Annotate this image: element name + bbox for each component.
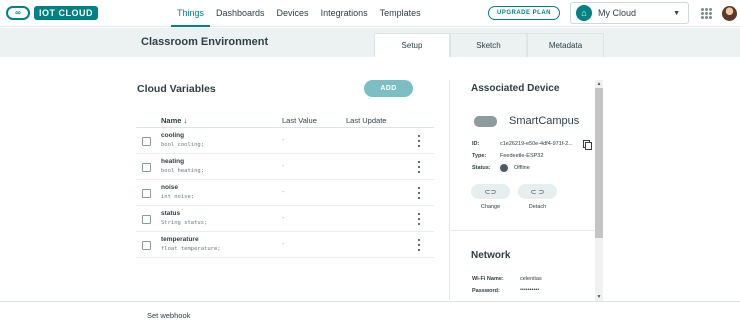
space-label: My Cloud	[598, 8, 637, 18]
panel-divider	[449, 80, 450, 300]
infinity-logo-icon: ∞	[6, 6, 30, 20]
device-board-icon	[474, 116, 497, 127]
more-options-icon[interactable]	[416, 213, 422, 225]
change-device-button[interactable]: ⊂⊃	[471, 184, 510, 199]
table-row[interactable]: heating bool heating; -	[136, 154, 434, 180]
wifi-name-value: celenitas	[520, 276, 542, 282]
variable-name: status	[161, 210, 181, 217]
section-divider	[450, 230, 594, 231]
table-row[interactable]: status String status; -	[136, 206, 434, 232]
more-options-icon[interactable]	[416, 135, 422, 147]
variable-name: temperature	[161, 236, 199, 243]
add-variable-button[interactable]: ADD	[364, 80, 413, 97]
variable-name: cooling	[161, 132, 185, 139]
variable-last-value: -	[282, 137, 285, 144]
column-header-last-update: Last Update	[346, 116, 387, 125]
nav-devices[interactable]: Devices	[271, 0, 315, 27]
main-nav: Things Dashboards Devices Integrations T…	[171, 0, 427, 27]
password-label: Password:	[472, 288, 500, 294]
variable-name: noise	[161, 184, 178, 191]
row-checkbox[interactable]	[142, 241, 151, 250]
table-row[interactable]: cooling bool cooling; -	[136, 128, 434, 154]
tab-setup[interactable]: Setup	[374, 33, 450, 57]
column-header-last-value: Last Value	[282, 116, 317, 125]
variable-declaration: String status;	[161, 220, 208, 226]
thing-tabs: Setup Sketch Metadata	[374, 33, 604, 57]
variable-last-value: -	[282, 241, 285, 248]
scrollbar-thumb[interactable]	[595, 88, 603, 238]
variable-declaration: bool cooling;	[161, 142, 205, 148]
iot-cloud-logo[interactable]: ∞ IOT CLOUD	[6, 6, 98, 20]
footer-divider	[0, 301, 740, 302]
column-header-name[interactable]: Name ↓	[161, 116, 187, 125]
nav-things[interactable]: Things	[171, 0, 211, 27]
more-options-icon[interactable]	[416, 239, 422, 251]
avatar[interactable]	[722, 6, 737, 21]
link-icon: ⊂⊃	[484, 188, 497, 196]
grid-icon[interactable]	[701, 8, 712, 19]
associated-device-title: Associated Device	[471, 83, 560, 94]
change-device-label: Change	[480, 204, 501, 210]
device-status-value: Offline	[514, 165, 530, 171]
device-type-value: Feedeetle-ESP32	[500, 153, 544, 159]
caret-down-icon: ▼	[673, 9, 680, 17]
scroll-down-icon[interactable]: ▼	[595, 293, 603, 301]
more-options-icon[interactable]	[416, 187, 422, 199]
wifi-name-label: Wi-Fi Name:	[472, 276, 504, 282]
more-options-icon[interactable]	[416, 161, 422, 173]
password-value: ••••••••••	[520, 287, 540, 293]
page-title: Classroom Environment	[141, 36, 269, 48]
variable-declaration: float temperature;	[161, 246, 221, 252]
top-navigation-bar: ∞ IOT CLOUD Things Dashboards Devices In…	[0, 0, 740, 27]
set-webhook-link[interactable]: Set webhook	[147, 311, 190, 320]
variable-declaration: int noise;	[161, 194, 195, 200]
scroll-up-icon[interactable]: ▲	[595, 80, 603, 88]
variable-name: heating	[161, 158, 185, 165]
nav-integrations[interactable]: Integrations	[315, 0, 374, 27]
device-id-label: ID:	[472, 141, 480, 147]
device-id-value: c1e26219-e50e-4df4-971f-2...	[500, 141, 573, 147]
nav-dashboards[interactable]: Dashboards	[210, 0, 271, 27]
copy-icon[interactable]	[583, 140, 592, 150]
tab-sketch[interactable]: Sketch	[450, 33, 527, 57]
offline-status-icon	[500, 164, 508, 172]
device-type-label: Type:	[472, 153, 487, 159]
row-checkbox[interactable]	[142, 163, 151, 172]
table-row[interactable]: temperature float temperature; -	[136, 232, 434, 258]
home-icon: ⌂	[576, 5, 592, 21]
space-selector[interactable]: ⌂ My Cloud ▼	[570, 2, 689, 24]
thing-header: Classroom Environment Setup Sketch Metad…	[0, 28, 740, 57]
detach-device-button[interactable]: ⊂ ⊃	[518, 184, 557, 199]
device-name[interactable]: SmartCampus	[509, 115, 579, 127]
logo-text: IOT CLOUD	[34, 6, 98, 20]
network-title: Network	[471, 250, 511, 261]
row-checkbox[interactable]	[142, 215, 151, 224]
device-status-label: Status:	[472, 165, 491, 171]
variable-declaration: bool heating;	[161, 168, 205, 174]
cloud-variables-title: Cloud Variables	[137, 83, 216, 95]
nav-templates[interactable]: Templates	[374, 0, 427, 27]
unlink-icon: ⊂ ⊃	[530, 188, 545, 196]
variable-last-value: -	[282, 215, 285, 222]
variable-last-value: -	[282, 163, 285, 170]
detach-device-label: Detach	[528, 204, 547, 210]
row-checkbox[interactable]	[142, 137, 151, 146]
table-row[interactable]: noise int noise; -	[136, 180, 434, 206]
upgrade-plan-button[interactable]: UPGRADE PLAN	[488, 6, 560, 20]
tab-metadata[interactable]: Metadata	[527, 33, 604, 57]
variable-last-value: -	[282, 189, 285, 196]
row-checkbox[interactable]	[142, 189, 151, 198]
